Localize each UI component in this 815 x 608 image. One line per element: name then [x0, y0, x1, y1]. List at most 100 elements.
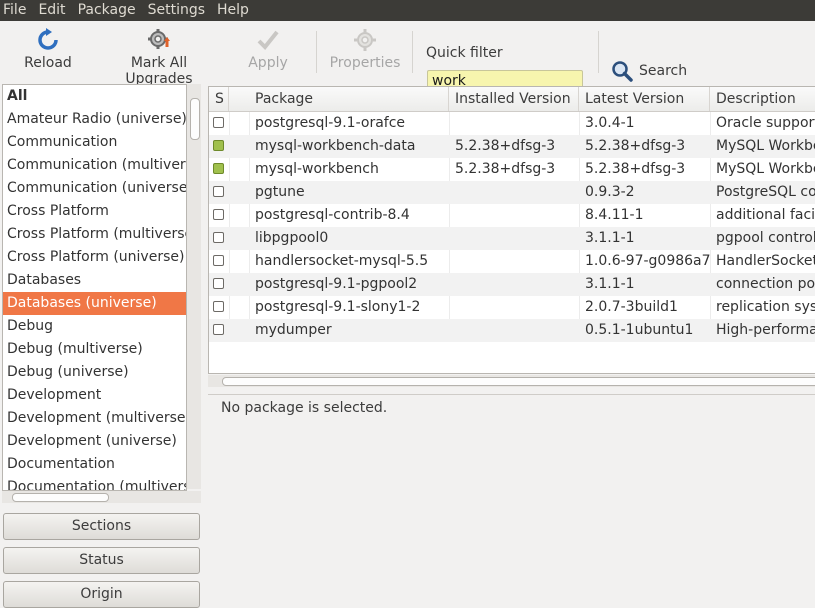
status-cell	[209, 181, 229, 204]
table-row[interactable]: postgresql-contrib-8.4 8.4.11-1 additional…	[209, 204, 815, 227]
latest-version-cell: 3.0.4-1	[585, 115, 635, 131]
section-item[interactable]: Cross Platform	[3, 200, 186, 223]
section-item[interactable]: Amateur Radio (universe)	[3, 108, 186, 131]
latest-version-cell: 3.1.1-1	[585, 230, 635, 246]
package-checkbox[interactable]	[213, 209, 224, 220]
no-selection-message: No package is selected.	[221, 400, 388, 416]
table-horizontal-scrollbar[interactable]	[208, 375, 815, 387]
status-cell	[209, 135, 229, 158]
installed-version-cell: 5.2.38+dfsg-3	[455, 161, 556, 177]
table-row[interactable]: mysql-workbench 5.2.38+dfsg-3 5.2.38+dfsg-…	[209, 158, 815, 181]
description-cell: MySQL Workbe	[716, 138, 815, 154]
checkmark-icon	[257, 30, 279, 50]
table-row[interactable]: postgresql-9.1-pgpool2 3.1.1-1 connection …	[209, 273, 815, 296]
package-checkbox[interactable]	[213, 186, 224, 197]
sections-vertical-scrollbar[interactable]	[187, 84, 201, 489]
latest-version-cell: 2.0.7-3build1	[585, 299, 678, 315]
table-row[interactable]: postgresql-9.1-orafce 3.0.4-1 Oracle suppo…	[209, 112, 815, 135]
search-button[interactable]: Search	[611, 59, 687, 83]
menu-settings[interactable]: Settings	[144, 0, 213, 21]
section-item[interactable]: All	[3, 85, 186, 108]
toolbar: Reload Mark All Upgrades Apply Propertie…	[0, 21, 815, 92]
installed-checkbox[interactable]	[213, 163, 224, 174]
section-item[interactable]: Communication (universe)	[3, 177, 186, 200]
installed-version-cell	[449, 204, 579, 227]
status-button[interactable]: Status	[3, 547, 200, 574]
search-icon	[612, 61, 633, 82]
toolbar-separator	[598, 31, 599, 73]
column-header-installed-version[interactable]: Installed Version	[449, 87, 579, 111]
package-name-cell: libpgpool0	[255, 230, 329, 246]
table-row[interactable]: mydumper 0.5.1-1ubuntu1 High-performa	[209, 319, 815, 342]
section-item[interactable]: Communication	[3, 131, 186, 154]
section-item[interactable]: Development (multiverse)	[3, 407, 186, 430]
status-cell	[209, 319, 229, 342]
section-item-selected[interactable]: Databases (universe)	[3, 292, 186, 315]
origin-button[interactable]: Origin	[3, 581, 200, 608]
section-item[interactable]: Documentation	[3, 453, 186, 476]
package-checkbox[interactable]	[213, 255, 224, 266]
installed-checkbox[interactable]	[213, 140, 224, 151]
installed-version-cell	[449, 319, 579, 342]
scrollbar-thumb[interactable]	[222, 377, 815, 386]
section-item[interactable]: Debug	[3, 315, 186, 338]
package-checkbox[interactable]	[213, 232, 224, 243]
menu-file[interactable]: File	[0, 0, 34, 21]
column-header-description[interactable]: Description	[710, 87, 815, 111]
package-name-cell: pgtune	[255, 184, 305, 200]
reload-label: Reload	[24, 55, 72, 71]
section-item[interactable]: Development	[3, 384, 186, 407]
table-row[interactable]: pgtune 0.9.3-2 PostgreSQL con	[209, 181, 815, 204]
scrollbar-thumb[interactable]	[190, 98, 200, 140]
package-checkbox[interactable]	[213, 117, 224, 128]
apply-button[interactable]: Apply	[240, 27, 296, 77]
status-cell	[209, 204, 229, 227]
latest-version-cell: 3.1.1-1	[585, 276, 635, 292]
menu-edit[interactable]: Edit	[34, 0, 73, 21]
column-header-package[interactable]: Package	[249, 87, 449, 111]
sections-horizontal-scrollbar[interactable]	[2, 491, 201, 503]
status-cell	[209, 227, 229, 250]
latest-version-cell: 5.2.38+dfsg-3	[585, 161, 686, 177]
toolbar-separator	[316, 31, 317, 73]
package-name-cell: mysql-workbench	[255, 161, 379, 177]
column-header-latest-version[interactable]: Latest Version	[579, 87, 710, 111]
section-item[interactable]: Cross Platform (multiverse)	[3, 223, 186, 246]
section-item[interactable]: Debug (multiverse)	[3, 338, 186, 361]
section-item[interactable]: Cross Platform (universe)	[3, 246, 186, 269]
section-item[interactable]: Debug (universe)	[3, 361, 186, 384]
installed-version-cell	[449, 250, 579, 273]
scrollbar-thumb[interactable]	[12, 493, 109, 502]
description-cell: PostgreSQL con	[716, 184, 815, 200]
gear-upgrade-icon	[148, 29, 170, 49]
reload-button[interactable]: Reload	[18, 27, 78, 77]
menu-package[interactable]: Package	[74, 0, 144, 21]
mark-all-upgrades-button[interactable]: Mark All Upgrades	[96, 27, 222, 87]
package-name-cell: postgresql-contrib-8.4	[255, 207, 410, 223]
section-item[interactable]: Communication (multiverse)	[3, 154, 186, 177]
package-checkbox[interactable]	[213, 324, 224, 335]
sections-button[interactable]: Sections	[3, 513, 200, 540]
table-row[interactable]: libpgpool0 3.1.1-1 pgpool control	[209, 227, 815, 250]
table-row[interactable]: mysql-workbench-data 5.2.38+dfsg-3 5.2.38+…	[209, 135, 815, 158]
installed-version-cell	[449, 227, 579, 250]
mark-all-upgrades-label: Mark All Upgrades	[125, 55, 193, 87]
menubar: File Edit Package Settings Help	[0, 0, 815, 21]
table-row[interactable]: postgresql-9.1-slony1-2 2.0.7-3build1 repl…	[209, 296, 815, 319]
description-cell: pgpool control	[716, 230, 815, 246]
apply-label: Apply	[248, 55, 288, 71]
package-checkbox[interactable]	[213, 278, 224, 289]
toolbar-separator	[412, 31, 413, 73]
package-checkbox[interactable]	[213, 301, 224, 312]
menu-help[interactable]: Help	[213, 0, 257, 21]
section-item[interactable]: Development (universe)	[3, 430, 186, 453]
properties-button[interactable]: Properties	[326, 27, 404, 77]
description-cell: High-performa	[716, 322, 815, 338]
section-item[interactable]: Databases	[3, 269, 186, 292]
column-header-status[interactable]: S	[209, 87, 229, 111]
description-cell: connection poo	[716, 276, 815, 292]
table-row[interactable]: handlersocket-mysql-5.5 1.0.6-97-g0986a75…	[209, 250, 815, 273]
search-label: Search	[639, 63, 688, 79]
section-item[interactable]: Documentation (multiverse)	[3, 476, 186, 490]
latest-version-cell: 0.9.3-2	[585, 184, 635, 200]
